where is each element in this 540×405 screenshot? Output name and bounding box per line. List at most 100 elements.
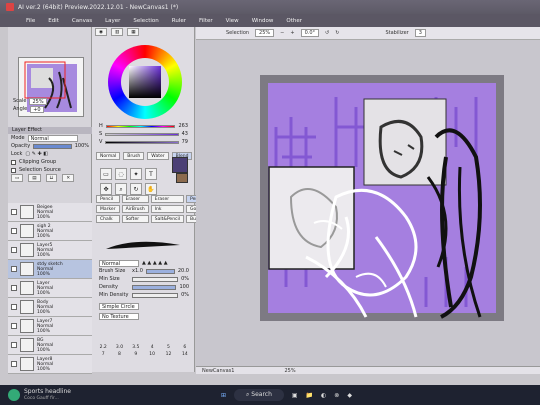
text-icon[interactable]: T bbox=[145, 168, 157, 180]
rotate-left-icon[interactable]: ↺ bbox=[325, 30, 329, 36]
brush-airbrush-button[interactable]: AirBrush bbox=[121, 205, 149, 213]
move-icon[interactable]: ✥ bbox=[100, 183, 112, 195]
zoom-icon[interactable]: ⌕ bbox=[115, 183, 127, 195]
menu-file[interactable]: File bbox=[26, 18, 35, 24]
layer-effect-header[interactable]: Layer Effect bbox=[8, 127, 92, 134]
brush-saltpencil-button[interactable]: Salt&Pencil bbox=[150, 215, 185, 223]
magic-wand-icon[interactable]: ✦ bbox=[130, 168, 142, 180]
menu-view[interactable]: View bbox=[226, 18, 239, 24]
layer-item[interactable]: Layer7 Normal 100% bbox=[8, 317, 92, 336]
brush-pencil-button[interactable]: Pencil bbox=[96, 195, 120, 203]
size-preset[interactable]: 14 bbox=[178, 352, 192, 357]
eye-icon[interactable] bbox=[11, 228, 17, 234]
size-preset[interactable]: 2.2 bbox=[96, 345, 110, 350]
size-preset[interactable]: 5 bbox=[161, 345, 175, 350]
windows-start-icon[interactable]: ⊞ bbox=[221, 392, 226, 399]
size-preset[interactable]: 3.5 bbox=[129, 345, 143, 350]
h-slider[interactable] bbox=[105, 124, 176, 128]
stabilizer-select[interactable]: 3 bbox=[414, 29, 426, 37]
edge-icon[interactable]: ◐ bbox=[321, 392, 326, 399]
hand-icon[interactable]: ✋ bbox=[145, 183, 157, 195]
v-slider[interactable] bbox=[105, 140, 179, 144]
angle-field[interactable]: +0 bbox=[30, 105, 44, 113]
teams-icon[interactable]: ◆ bbox=[347, 392, 352, 399]
brush-shape-icons[interactable]: ▲ ▲ ▲ ▲ ▲ bbox=[142, 260, 168, 266]
tab-normal[interactable]: Normal bbox=[96, 152, 121, 160]
menu-other[interactable]: Other bbox=[286, 18, 302, 24]
rotate-right-icon[interactable]: ↻ bbox=[335, 30, 339, 36]
color-wheel[interactable] bbox=[108, 45, 182, 119]
menu-ruler[interactable]: Ruler bbox=[172, 18, 186, 24]
color-wheel-tab-icon[interactable]: ◉ bbox=[95, 28, 107, 36]
eye-icon[interactable] bbox=[11, 266, 17, 272]
eye-icon[interactable] bbox=[11, 304, 17, 310]
size-preset[interactable]: 6 bbox=[178, 345, 192, 350]
lock-icon[interactable]: ▢ ✎ ✚ ◧ bbox=[25, 151, 48, 157]
task-view-icon[interactable]: ▣ bbox=[292, 392, 298, 399]
eye-icon[interactable] bbox=[11, 323, 17, 329]
brush-ink-button[interactable]: Ink bbox=[150, 205, 185, 213]
scale-field[interactable]: 25% bbox=[29, 97, 47, 105]
delete-layer-icon[interactable]: ✕ bbox=[62, 174, 75, 182]
min-density-slider[interactable] bbox=[132, 292, 179, 298]
brush-mode-select[interactable]: Normal bbox=[99, 259, 139, 267]
color-palette-tab-icon[interactable]: ▦ bbox=[127, 28, 140, 36]
selection-source-checkbox[interactable] bbox=[11, 167, 16, 173]
menu-canvas[interactable]: Canvas bbox=[72, 18, 92, 24]
size-preset[interactable]: 12 bbox=[161, 352, 175, 357]
menu-filter[interactable]: Filter bbox=[199, 18, 213, 24]
primary-color-swatch[interactable] bbox=[172, 157, 188, 173]
brush-softer-button[interactable]: Softer bbox=[121, 215, 149, 223]
eye-icon[interactable] bbox=[11, 285, 17, 291]
size-preset[interactable]: 4 bbox=[145, 345, 159, 350]
brush-chalk-button[interactable]: Chalk bbox=[96, 215, 120, 223]
taskbar-search[interactable]: ⌕ Search bbox=[233, 389, 284, 401]
secondary-color-swatch[interactable] bbox=[176, 173, 188, 183]
news-widget[interactable]: Sports headline Coco Gauff fir... bbox=[24, 388, 71, 402]
file-explorer-icon[interactable]: 📁 bbox=[306, 392, 313, 399]
tab-water[interactable]: Water bbox=[147, 152, 169, 160]
canvas-area[interactable] bbox=[196, 27, 540, 368]
brush-eraser2-button[interactable]: Eraser bbox=[150, 195, 185, 203]
eye-icon[interactable] bbox=[11, 342, 17, 348]
layer-item[interactable]: Body Normal 100% bbox=[8, 298, 92, 317]
brush-size-slider[interactable] bbox=[145, 268, 175, 274]
rotate-icon[interactable]: ↻ bbox=[130, 183, 142, 195]
brush-eraser-button[interactable]: Eraser bbox=[121, 195, 149, 203]
opacity-slider[interactable] bbox=[33, 143, 72, 149]
angle-field[interactable]: 0.0° bbox=[300, 29, 320, 37]
brush-texture-select[interactable]: No Texture bbox=[99, 312, 139, 320]
size-preset[interactable]: 7 bbox=[96, 352, 110, 357]
zoom-plus-icon[interactable]: + bbox=[290, 30, 294, 36]
size-preset[interactable]: 3.0 bbox=[112, 345, 126, 350]
new-folder-icon[interactable]: ▤ bbox=[28, 174, 41, 182]
selection-source-row[interactable]: Selection Source bbox=[8, 166, 92, 174]
menu-window[interactable]: Window bbox=[252, 18, 274, 24]
lasso-icon[interactable]: ◌ bbox=[115, 168, 127, 180]
layer-item[interactable]: Layer8 Normal 100% bbox=[8, 355, 92, 374]
select-rect-icon[interactable]: ▭ bbox=[100, 168, 112, 180]
size-preset[interactable]: 8 bbox=[112, 352, 126, 357]
weather-icon[interactable] bbox=[8, 389, 20, 401]
menu-layer[interactable]: Layer bbox=[105, 18, 120, 24]
size-preset[interactable]: 10 bbox=[145, 352, 159, 357]
mode-select[interactable]: Normal bbox=[27, 134, 78, 142]
tab-brush[interactable]: Brush bbox=[123, 152, 145, 160]
color-square[interactable] bbox=[129, 66, 161, 98]
color-slider-tab-icon[interactable]: ▥ bbox=[110, 28, 124, 36]
clipping-checkbox[interactable] bbox=[11, 159, 16, 165]
zoom-field[interactable]: 25% bbox=[255, 29, 275, 37]
eye-icon[interactable] bbox=[11, 247, 17, 253]
layer-item[interactable]: sigh 2 Normal 100% bbox=[8, 222, 92, 241]
density-slider[interactable] bbox=[132, 284, 177, 290]
size-preset[interactable]: 9 bbox=[129, 352, 143, 357]
menu-edit[interactable]: Edit bbox=[48, 18, 59, 24]
menu-selection[interactable]: Selection bbox=[133, 18, 158, 24]
xbox-icon[interactable]: ⊗ bbox=[334, 392, 339, 399]
min-size-slider[interactable] bbox=[132, 276, 179, 282]
layer-item[interactable]: Layer Normal 100% bbox=[8, 279, 92, 298]
s-slider[interactable] bbox=[105, 132, 179, 136]
merge-down-icon[interactable]: ⇊ bbox=[45, 174, 58, 182]
brush-marker-button[interactable]: Marker bbox=[96, 205, 120, 213]
eye-icon[interactable] bbox=[11, 209, 17, 215]
